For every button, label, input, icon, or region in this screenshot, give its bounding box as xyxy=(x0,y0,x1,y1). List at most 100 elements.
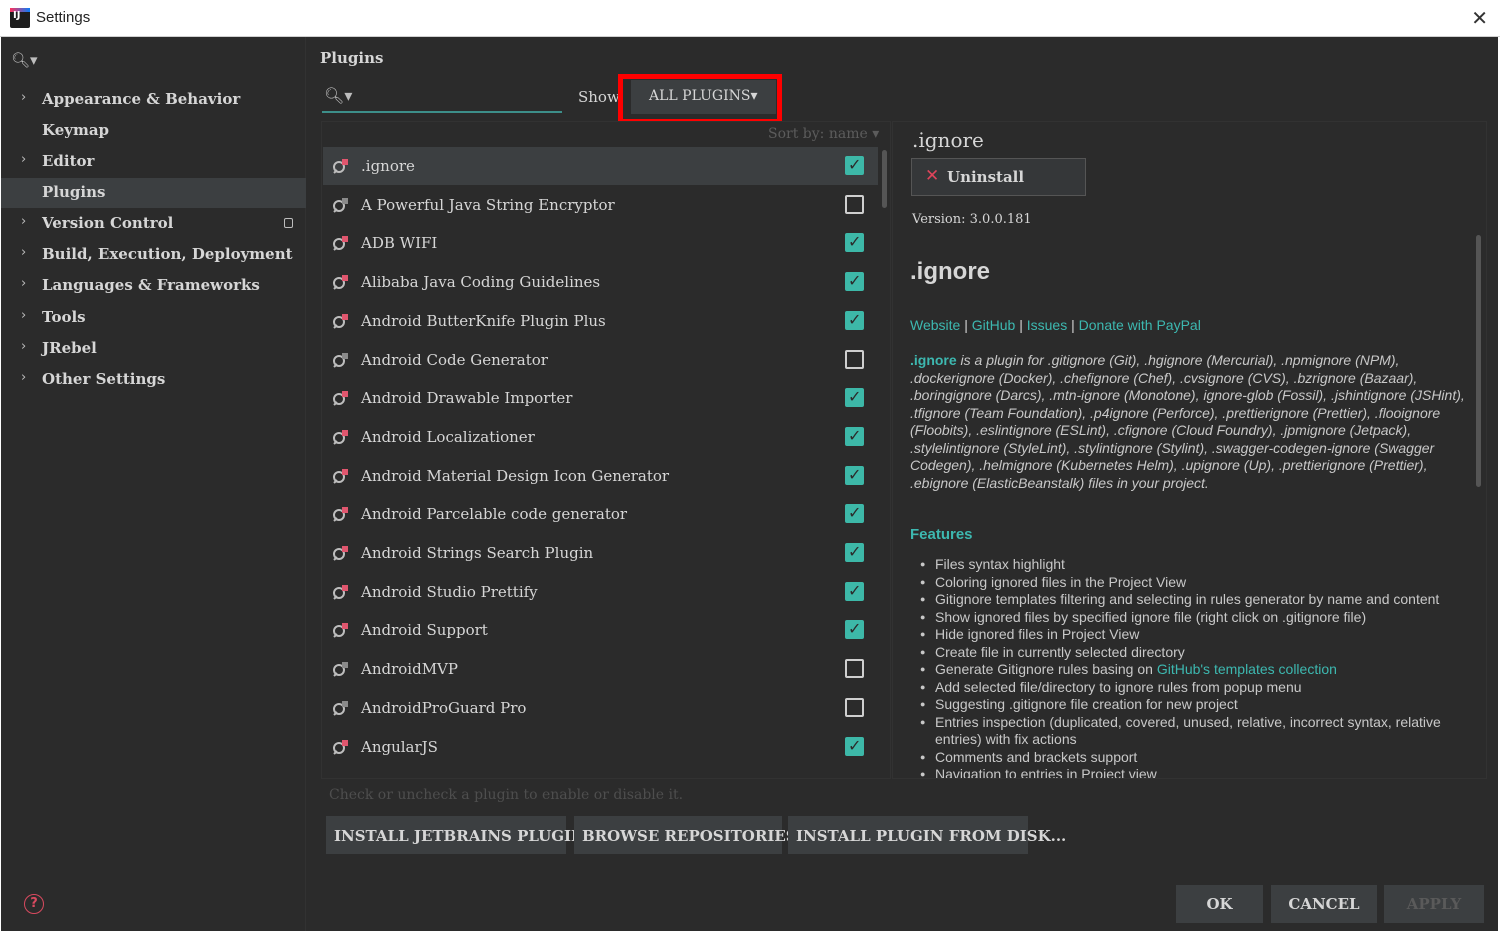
plugin-row[interactable]: .ignore xyxy=(323,147,878,185)
plugin-row[interactable]: Android Drawable Importer xyxy=(323,379,878,417)
plugin-enabled-checkbox[interactable] xyxy=(845,736,864,756)
list-item: Create file in currently selected direct… xyxy=(920,644,1470,662)
uninstall-button[interactable]: ✕ Uninstall xyxy=(911,158,1086,196)
show-label: Show xyxy=(578,88,620,106)
plugin-icon xyxy=(333,623,348,639)
plugin-icon xyxy=(333,507,348,523)
plugin-enabled-checkbox[interactable] xyxy=(845,619,864,640)
sidebar-item-jrebel[interactable]: › JRebel xyxy=(1,334,306,364)
website-link[interactable]: Website xyxy=(910,317,960,333)
features-heading: Features xyxy=(910,526,973,543)
plugin-icon xyxy=(333,197,348,213)
plugin-row[interactable]: Android Code Generator xyxy=(323,341,878,379)
plugin-icon xyxy=(333,584,348,600)
plugin-enabled-checkbox[interactable] xyxy=(845,426,864,446)
plugin-icon xyxy=(333,739,348,755)
list-item: Files syntax highlight xyxy=(920,556,1470,574)
plugin-icon xyxy=(333,468,348,484)
plugin-row[interactable]: AngularJS xyxy=(323,728,878,766)
install-plugin-from-disk-button[interactable]: INSTALL PLUGIN FROM DISK... xyxy=(788,816,1066,854)
plugin-enabled-checkbox[interactable] xyxy=(845,659,864,679)
sidebar-item-languages-frameworks[interactable]: › Languages & Frameworks xyxy=(1,271,306,301)
description-text: is a plugin for .gitignore (Git), .hgign… xyxy=(910,352,1465,491)
plugin-name: Android Strings Search Plugin xyxy=(361,544,594,562)
plugin-name: Android Material Design Icon Generator xyxy=(361,466,670,485)
plugin-name: Android Drawable Importer xyxy=(361,389,573,408)
description-lead: .ignore xyxy=(910,352,957,368)
close-icon[interactable]: ✕ xyxy=(1471,6,1488,30)
donate-link[interactable]: Donate with PayPal xyxy=(1079,317,1201,333)
plugin-name: .ignore xyxy=(361,157,415,175)
sort-by-dropdown[interactable]: Sort by: name ▾ xyxy=(768,126,879,142)
plugin-enabled-checkbox[interactable] xyxy=(845,310,864,330)
github-link[interactable]: GitHub xyxy=(972,317,1016,333)
list-item: Generate Gitignore rules basing on GitHu… xyxy=(920,661,1470,679)
plugin-enabled-checkbox[interactable] xyxy=(845,542,864,562)
list-item: Add selected file/directory to ignore ru… xyxy=(920,679,1470,697)
plugin-icon xyxy=(333,275,348,290)
version-label: Version: 3.0.0.181 xyxy=(912,212,1032,227)
sidebar-item-plugins[interactable]: Plugins xyxy=(1,178,306,208)
detail-title: .ignore xyxy=(912,128,984,152)
list-item: Entries inspection (duplicated, covered,… xyxy=(920,714,1470,749)
sidebar-item-build-execution-deployment[interactable]: › Build, Execution, Deployment xyxy=(1,240,306,270)
sidebar-item-editor[interactable]: › Editor xyxy=(1,147,306,177)
plugin-row[interactable]: Android ButterKnife Plugin Plus xyxy=(323,302,878,340)
plugin-row[interactable]: ADB WIFI xyxy=(323,224,878,262)
title-bar: Settings ✕ xyxy=(0,0,1500,37)
search-icon: 🔍︎▾ xyxy=(324,86,353,105)
sidebar-item-other-settings[interactable]: › Other Settings xyxy=(1,365,306,395)
plugin-row[interactable]: Android Material Design Icon Generator xyxy=(323,457,878,495)
chevron-right-icon: › xyxy=(21,90,27,105)
sidebar-item-tools[interactable]: › Tools xyxy=(1,303,306,333)
plugin-enabled-checkbox[interactable] xyxy=(845,387,864,408)
plugin-search-input[interactable]: 🔍︎▾ xyxy=(322,83,562,113)
plugin-enabled-checkbox[interactable] xyxy=(845,232,864,253)
plugin-icon xyxy=(333,236,348,252)
sidebar-search-icon[interactable]: 🔍︎▾ xyxy=(11,51,291,71)
issues-link[interactable]: Issues xyxy=(1027,317,1067,333)
help-icon[interactable]: ? xyxy=(24,894,44,914)
plugin-icon xyxy=(333,546,348,561)
plugin-icon xyxy=(333,352,348,368)
plugin-enabled-checkbox[interactable] xyxy=(845,465,864,485)
plugin-name: AndroidProGuard Pro xyxy=(361,698,527,717)
plugin-name: Android ButterKnife Plugin Plus xyxy=(361,311,606,330)
sidebar-item-appearance-behavior[interactable]: › Appearance & Behavior xyxy=(1,85,306,115)
plugin-enabled-checkbox[interactable] xyxy=(845,503,864,524)
plugin-row[interactable]: Android Strings Search Plugin xyxy=(323,534,878,572)
sidebar-item-version-control[interactable]: › Version Control xyxy=(1,209,306,239)
plugin-enabled-checkbox[interactable] xyxy=(845,194,864,214)
cancel-button[interactable]: CANCEL xyxy=(1271,885,1377,923)
plugin-icon xyxy=(333,313,348,329)
browse-repositories-button[interactable]: BROWSE REPOSITORIES... xyxy=(574,816,812,854)
plugin-row[interactable]: AndroidProGuard Pro xyxy=(323,689,878,727)
window-title: Settings xyxy=(36,9,91,26)
sidebar-item-keymap[interactable]: Keymap xyxy=(1,116,306,146)
chevron-right-icon: › xyxy=(21,339,27,354)
plugin-row[interactable]: A Powerful Java String Encryptor xyxy=(323,186,878,224)
templates-link[interactable]: GitHub's templates collection xyxy=(1157,661,1337,677)
plugin-row[interactable]: Android Studio Prettify xyxy=(323,573,878,611)
close-icon: ✕ xyxy=(925,166,940,186)
plugin-enabled-checkbox[interactable] xyxy=(845,581,864,601)
plugin-links: Website | GitHub | Issues | Donate with … xyxy=(910,317,1201,333)
ok-button[interactable]: OK xyxy=(1176,885,1263,923)
plugin-enabled-checkbox[interactable] xyxy=(845,155,864,175)
chevron-right-icon: › xyxy=(21,152,27,167)
plugin-enabled-checkbox[interactable] xyxy=(845,271,864,292)
plugin-row[interactable]: Android Parcelable code generator xyxy=(323,495,878,533)
apply-button[interactable]: APPLY xyxy=(1384,885,1484,923)
plugin-enabled-checkbox[interactable] xyxy=(845,349,864,369)
plugin-row[interactable]: AndroidMVP xyxy=(323,650,878,688)
list-item: Gitignore templates filtering and select… xyxy=(920,591,1470,609)
install-jetbrains-plugin-button[interactable]: INSTALL JETBRAINS PLUGIN... xyxy=(326,816,599,854)
plugin-name: A Powerful Java String Encryptor xyxy=(361,195,615,214)
plugin-enabled-checkbox[interactable] xyxy=(845,697,864,717)
plugin-row[interactable]: Android Localizationer xyxy=(323,418,878,456)
plugin-row[interactable]: Alibaba Java Coding Guidelines xyxy=(323,263,878,301)
plugin-row[interactable]: Android Support xyxy=(323,611,878,649)
list-scrollbar[interactable] xyxy=(882,150,887,208)
detail-scrollbar[interactable] xyxy=(1476,235,1481,487)
list-item: Suggesting .gitignore file creation for … xyxy=(920,696,1470,714)
